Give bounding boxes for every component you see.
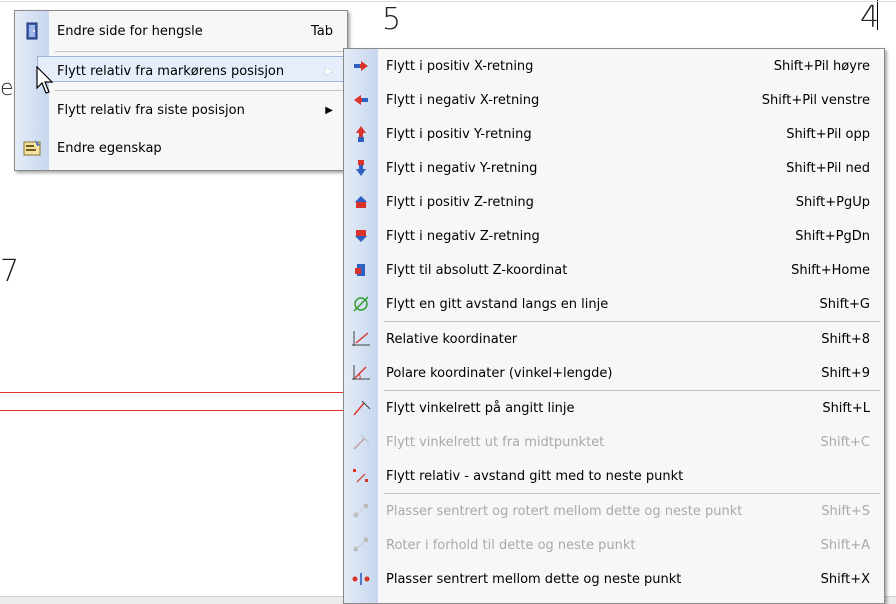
submenu-item-label: Flytt en gitt avstand langs en linje (386, 296, 609, 312)
submenu-item-label: Flytt i negativ Y-retning (386, 160, 538, 176)
perpendicular-line-icon (344, 391, 378, 425)
center-rotate-icon (344, 494, 378, 528)
absolute-z-icon (344, 253, 378, 287)
submenu-item[interactable]: Flytt vinkelrett på angitt linje Shift+L (344, 391, 884, 425)
dimension-label: e (0, 76, 14, 101)
move-y-positive-icon (344, 117, 378, 151)
wall-line-red (0, 392, 343, 393)
move-z-positive-icon (344, 185, 378, 219)
submenu-item[interactable]: Flytt i positiv Z-retning Shift+PgUp (344, 185, 884, 219)
submenu-item[interactable]: Flytt en gitt avstand langs en linje Shif… (344, 287, 884, 321)
submenu-item-shortcut: Shift+PgDn (795, 228, 870, 244)
submenu-item-shortcut: Shift+PgUp (795, 194, 870, 210)
menu-item-label: Flytt relativ fra markørens posisjon (57, 63, 285, 79)
submenu-item-label: Polare koordinater (vinkel+lengde) (386, 365, 613, 381)
menu-item-label: Endre egenskap (57, 140, 162, 156)
wall-line-red (0, 410, 343, 411)
submenu-item-label: Plasser sentrert mellom dette og neste p… (386, 571, 682, 587)
submenu-item[interactable]: Flytt i negativ Y-retning Shift+Pil ned (344, 151, 884, 185)
submenu-item-label: Flytt til absolutt Z-koordinat (386, 262, 568, 278)
submenu-item[interactable]: Plasser sentrert og rotert mellom dette … (344, 494, 884, 528)
submenu-item-label: Plasser sentrert og rotert mellom dette … (386, 503, 743, 519)
submenu-item-shortcut: Shift+Pil høyre (773, 58, 870, 74)
submenu-item-shortcut: Shift+Home (791, 262, 870, 278)
submenu-item[interactable]: Roter i forhold til dette og neste punkt… (344, 528, 884, 562)
submenu-item-shortcut: Shift+A (820, 537, 870, 553)
submenu-item-shortcut: Shift+Pil venstre (761, 92, 870, 108)
submenu-item-label: Flytt i positiv Y-retning (386, 126, 532, 142)
perpendicular-midpoint-icon (344, 425, 378, 459)
submenu-item[interactable]: Plasser sentrert mellom dette og neste p… (344, 562, 884, 596)
submenu-item-shortcut: Shift+9 (821, 365, 870, 381)
submenu-item-shortcut: Shift+G (819, 296, 870, 312)
submenu-item[interactable]: Polare koordinater (vinkel+lengde) Shift+… (344, 356, 884, 390)
menu-item-move-relative-last[interactable]: Flytt relativ fra siste posisjon ▶ (15, 91, 347, 129)
menu-item-label: Flytt relativ fra siste posisjon (57, 102, 245, 118)
submenu-item-shortcut: Shift+L (822, 400, 870, 416)
submenu-item-shortcut: Shift+8 (821, 331, 870, 347)
dimension-label: 7 (0, 254, 20, 289)
submenu-item[interactable]: Flytt i negativ Z-retning Shift+PgDn (344, 219, 884, 253)
submenu: Flytt i positiv X-retning Shift+Pil høyre… (343, 48, 885, 604)
submenu-item[interactable]: Flytt i positiv Y-retning Shift+Pil opp (344, 117, 884, 151)
submenu-item[interactable]: Flytt relativ - avstand gitt med to nest… (344, 459, 884, 493)
submenu-item-label: Flytt i negativ Z-retning (386, 228, 540, 244)
door-hinge-icon (15, 11, 49, 51)
menu-item-change-hinge-side[interactable]: Endre side for hengsle Tab (15, 11, 347, 51)
submenu-item-shortcut: Shift+S (821, 503, 870, 519)
move-x-negative-icon (344, 83, 378, 117)
move-y-negative-icon (344, 151, 378, 185)
context-menu: Endre side for hengsle Tab Flytt relativ… (14, 10, 357, 171)
submenu-item[interactable]: Relative koordinater Shift+8 (344, 322, 884, 356)
submenu-item-label: Relative koordinater (386, 331, 518, 347)
center-between-icon (344, 562, 378, 596)
menu-item-label: Endre side for hengsle (57, 23, 203, 39)
submenu-item-shortcut: Shift+Pil opp (786, 126, 870, 142)
move-z-negative-icon (344, 219, 378, 253)
submenu-item-label: Flytt vinkelrett ut fra midtpunktet (386, 434, 605, 450)
submenu-item[interactable]: Flytt vinkelrett ut fra midtpunktet Shift… (344, 425, 884, 459)
wall-line (877, 0, 878, 30)
submenu-item-label: Flytt i positiv Z-retning (386, 194, 534, 210)
rotate-points-icon (344, 528, 378, 562)
submenu-item-label: Flytt relativ - avstand gitt med to nest… (386, 468, 684, 484)
submenu-item[interactable]: Flytt til absolutt Z-koordinat Shift+Home (344, 253, 884, 287)
submenu-item-label: Flytt i positiv X-retning (386, 58, 534, 74)
submenu-item-label: Flytt i negativ X-retning (386, 92, 540, 108)
menu-item-shortcut: Tab (310, 23, 333, 39)
menu-item-change-property[interactable]: Endre egenskap (15, 129, 347, 167)
menu-item-move-relative-cursor[interactable]: Flytt relativ fra markørens posisjon ▶ (15, 52, 347, 90)
submenu-arrow-icon: ▶ (325, 65, 333, 77)
submenu-item-shortcut: Shift+Pil ned (786, 160, 870, 176)
mouse-cursor-icon (36, 66, 54, 94)
polar-coordinates-icon (344, 356, 378, 390)
submenu-item-label: Roter i forhold til dette og neste punkt (386, 537, 636, 553)
dimension-label: 5 (382, 2, 402, 37)
submenu-item-shortcut: Shift+X (820, 571, 870, 587)
submenu-arrow-icon: ▶ (325, 104, 333, 116)
submenu-item[interactable]: Flytt i negativ X-retning Shift+Pil venst… (344, 83, 884, 117)
diameter-line-icon (344, 287, 378, 321)
submenu-item[interactable]: Flytt i positiv X-retning Shift+Pil høyre (344, 49, 884, 83)
two-points-distance-icon (344, 459, 378, 493)
top-border-line (0, 1, 896, 2)
submenu-item-shortcut: Shift+C (820, 434, 870, 450)
move-x-positive-icon (344, 49, 378, 83)
relative-coordinates-icon (344, 322, 378, 356)
submenu-item-label: Flytt vinkelrett på angitt linje (386, 400, 575, 416)
properties-icon (15, 129, 49, 167)
